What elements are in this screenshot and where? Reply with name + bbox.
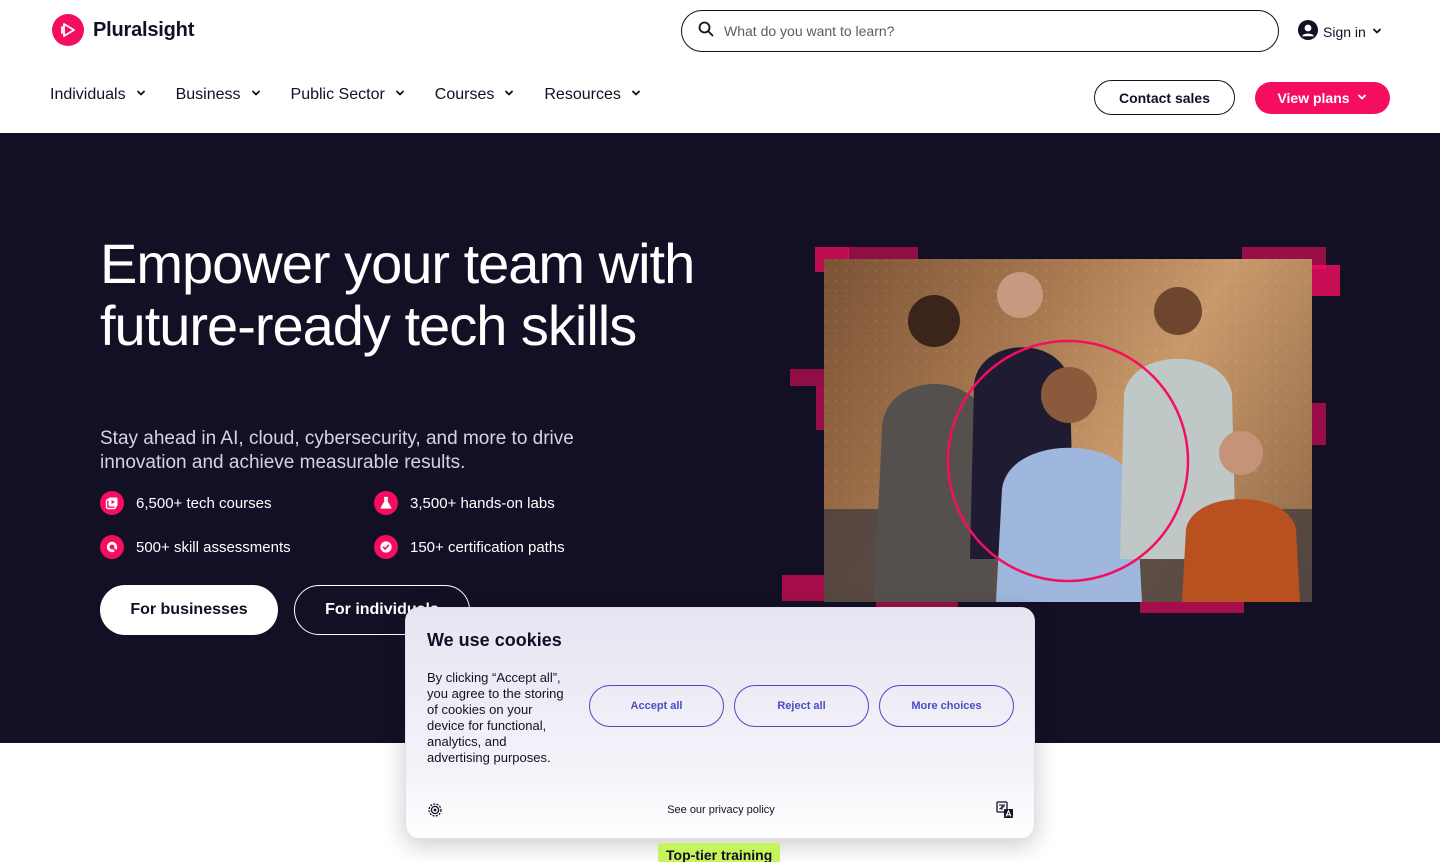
section-tag: Top-tier training [658,843,781,862]
contact-sales-button[interactable]: Contact sales [1094,80,1235,115]
nav-item-label: Business [175,86,241,103]
feature-label: 6,500+ tech courses [136,494,272,512]
chevron-down-icon [630,86,642,104]
chevron-down-icon [503,86,515,104]
more-choices-button[interactable]: More choices [879,685,1014,727]
search-icon [698,21,714,42]
view-plans-label: View plans [1277,90,1350,106]
play-courses-icon [100,491,124,515]
privacy-policy-link[interactable]: See our privacy policy [406,804,1036,816]
feature-list: 6,500+ tech courses 3,500+ hands-on labs… [100,491,648,559]
user-avatar-icon [1298,20,1318,43]
nav-item-label: Public Sector [290,86,385,103]
assessment-icon [100,535,124,559]
language-translate-icon[interactable] [996,801,1014,819]
search-input[interactable] [724,23,1244,39]
nav-item-label: Resources [544,86,621,103]
certificate-check-icon [374,535,398,559]
feature-item: 6,500+ tech courses [100,491,374,515]
nav-item-business[interactable]: Business [176,86,262,104]
sign-in-menu[interactable]: Sign in [1298,20,1383,43]
chevron-down-icon [135,86,147,104]
pluralsight-logo[interactable]: Pluralsight [52,14,194,46]
cookie-title: We use cookies [427,630,562,650]
lab-flask-icon [374,491,398,515]
chevron-down-icon [250,86,262,104]
feature-item: 3,500+ hands-on labs [374,491,648,515]
search-bar[interactable] [681,10,1279,52]
team-photo [824,259,1312,602]
nav-item-individuals[interactable]: Individuals [50,86,147,104]
sign-in-label: Sign in [1323,23,1366,40]
feature-item: 500+ skill assessments [100,535,374,559]
chevron-down-icon [394,86,406,104]
reject-all-button[interactable]: Reject all [734,685,869,727]
accept-all-button[interactable]: Accept all [589,685,724,727]
nav-item-label: Courses [434,86,495,103]
nav-item-resources[interactable]: Resources [544,86,641,104]
main-nav: Individuals Business Public Sector Cours… [50,86,671,104]
nav-item-public-sector[interactable]: Public Sector [291,86,406,104]
hero-title: Empower your team with future-ready tech… [100,232,695,357]
chevron-down-icon [1371,24,1383,40]
feature-label: 150+ certification paths [410,538,565,556]
view-plans-button[interactable]: View plans [1255,82,1390,114]
site-header: Pluralsight Sign in Individuals Business… [0,0,1440,133]
hero-image [782,245,1342,615]
logo-play-icon [52,14,84,46]
cookie-banner: We use cookies By clicking “Accept all”,… [405,607,1035,839]
for-businesses-button[interactable]: For businesses [100,585,278,635]
feature-item: 150+ certification paths [374,535,648,559]
nav-item-label: Individuals [50,86,126,103]
cookie-description: By clicking “Accept all”, you agree to t… [427,670,564,765]
chevron-down-icon [1356,90,1368,106]
hero-subtitle: Stay ahead in AI, cloud, cybersecurity, … [100,428,574,473]
nav-item-courses[interactable]: Courses [435,86,516,104]
feature-label: 500+ skill assessments [136,538,291,556]
logo-wordmark: Pluralsight [93,18,195,41]
feature-label: 3,500+ hands-on labs [410,494,555,512]
